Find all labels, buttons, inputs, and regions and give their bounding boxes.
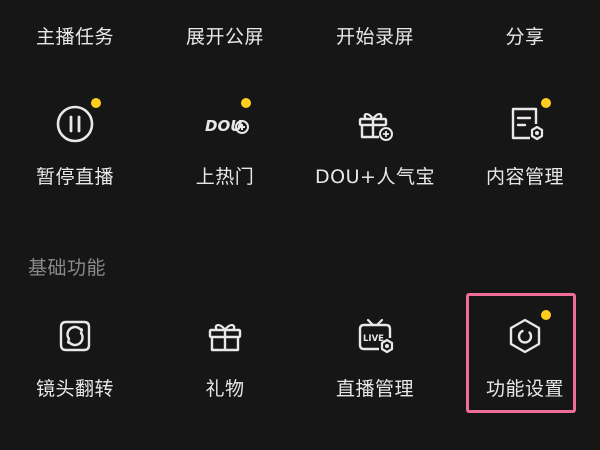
notification-dot — [241, 98, 251, 108]
anchor-tasks-label: 主播任务 — [35, 26, 114, 48]
gift-button[interactable]: 礼物 — [150, 308, 300, 400]
live-management-label: 直播管理 — [335, 378, 414, 400]
content-management-label: 内容管理 — [485, 166, 564, 188]
gift-label: 礼物 — [205, 378, 245, 400]
basic-functions-heading: 基础功能 — [28, 257, 107, 279]
expand-chat-button[interactable]: 展开公屏 — [150, 26, 300, 48]
dou-popularity-button[interactable]: DOU+人气宝 — [300, 96, 450, 188]
notification-dot — [91, 98, 101, 108]
live-tv-icon: LIVE — [358, 318, 394, 354]
gift-box-icon — [358, 113, 393, 141]
pause-live-button[interactable]: 暂停直播 — [0, 96, 150, 188]
top-actions-row: 主播任务 展开公屏 开始录屏 分享 — [0, 26, 600, 48]
function-settings-button[interactable]: 功能设置 — [450, 308, 600, 400]
camera-flip-button[interactable]: 镜头翻转 — [0, 308, 150, 400]
share-button[interactable]: 分享 — [450, 26, 600, 48]
notification-dot — [541, 98, 551, 108]
hexagon-settings-icon — [509, 318, 541, 354]
boost-popular-label: 上热门 — [195, 166, 255, 188]
live-management-button[interactable]: LIVE 直播管理 — [300, 308, 450, 400]
share-label: 分享 — [505, 26, 545, 48]
anchor-tasks-button[interactable]: 主播任务 — [0, 26, 150, 48]
pause-live-label: 暂停直播 — [35, 166, 114, 188]
basic-functions-row: 镜头翻转 礼物 LIVE 直播管理 功能设置 — [0, 308, 600, 400]
notification-dot — [541, 310, 551, 320]
content-management-button[interactable]: 内容管理 — [450, 96, 600, 188]
camera-flip-icon — [59, 320, 91, 352]
camera-flip-label: 镜头翻转 — [35, 378, 114, 400]
content-settings-icon — [511, 107, 544, 141]
start-recording-button[interactable]: 开始录屏 — [300, 26, 450, 48]
gift-icon — [208, 324, 242, 352]
dou-popularity-label: DOU+人气宝 — [315, 166, 435, 188]
function-settings-label: 功能设置 — [485, 378, 564, 400]
boost-popular-button[interactable]: DOU 上热门 — [150, 96, 300, 188]
pause-icon — [56, 105, 94, 143]
expand-chat-label: 展开公屏 — [185, 26, 264, 48]
start-recording-label: 开始录屏 — [335, 26, 414, 48]
live-tools-row: 暂停直播 DOU 上热门 DOU+人气宝 内容管理 — [0, 96, 600, 188]
svg-text:LIVE: LIVE — [363, 334, 384, 344]
dou-plus-icon: DOU — [205, 117, 249, 135]
